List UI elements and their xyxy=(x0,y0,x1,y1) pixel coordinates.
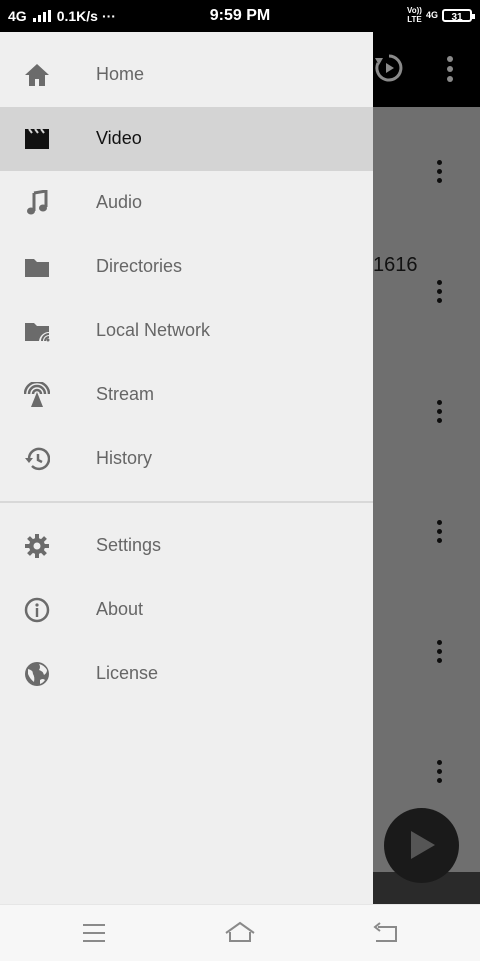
home-icon xyxy=(22,61,52,89)
nav-label-home: Home xyxy=(96,64,145,84)
drawer-divider xyxy=(0,501,373,503)
nav-label-about: About xyxy=(96,599,144,619)
item-more-icon[interactable] xyxy=(433,520,447,546)
volte-top: Vo)) xyxy=(407,6,422,15)
nav-label-video: Video xyxy=(96,128,142,148)
antenna-stream-icon xyxy=(22,381,52,409)
nav-item-home[interactable]: Home xyxy=(0,43,373,107)
movie-clapper-icon xyxy=(22,125,52,153)
home-button-icon[interactable] xyxy=(220,919,260,947)
refresh-play-icon[interactable] xyxy=(373,52,405,84)
nav-item-video[interactable]: Video xyxy=(0,107,373,171)
globe-icon xyxy=(22,660,52,688)
status-right: Vo)) LTE 4G 31 xyxy=(407,6,475,24)
navigation-drawer: Home Video Audio Directories Local Netwo… xyxy=(0,32,373,904)
nav-item-history[interactable]: History xyxy=(0,427,373,491)
toolbar-more-icon[interactable] xyxy=(445,56,455,82)
item-more-icon[interactable] xyxy=(433,280,447,306)
battery-level: 31 xyxy=(451,11,463,23)
history-icon xyxy=(22,445,52,473)
nav-label-local-network: Local Network xyxy=(96,320,211,340)
back-icon[interactable] xyxy=(366,919,406,947)
nav-item-about[interactable]: About xyxy=(0,578,373,642)
nav-item-audio[interactable]: Audio xyxy=(0,171,373,235)
nav-item-settings[interactable]: Settings xyxy=(0,514,373,578)
music-note-icon xyxy=(22,189,52,217)
item-more-icon[interactable] xyxy=(433,640,447,666)
nav-label-settings: Settings xyxy=(96,535,162,555)
background-item-title: 1616 xyxy=(373,254,418,276)
nav-label-history: History xyxy=(96,448,153,468)
nav-item-local-network[interactable]: Local Network xyxy=(0,299,373,363)
folder-icon xyxy=(22,253,52,281)
nav-label-license: License xyxy=(96,663,159,683)
item-more-icon[interactable] xyxy=(433,400,447,426)
menu-icon[interactable] xyxy=(74,919,114,947)
nav-item-stream[interactable]: Stream xyxy=(0,363,373,427)
nav-item-license[interactable]: License xyxy=(0,642,373,706)
volte-indicator: Vo)) LTE xyxy=(407,6,422,24)
nav-item-directories[interactable]: Directories xyxy=(0,235,373,299)
battery-icon: 31 xyxy=(442,8,475,23)
nav-label-stream: Stream xyxy=(96,384,155,404)
system-navigation-bar xyxy=(0,904,480,961)
volte-bottom: LTE xyxy=(407,15,422,24)
network-4g-indicator: 4G xyxy=(425,10,438,20)
background-app-scrim[interactable]: 1616 xyxy=(373,32,480,904)
item-more-icon[interactable] xyxy=(433,760,447,786)
play-fab-button[interactable] xyxy=(384,808,459,883)
item-more-icon[interactable] xyxy=(433,160,447,186)
info-icon xyxy=(22,596,52,624)
gear-icon xyxy=(22,532,52,560)
play-icon xyxy=(411,831,435,859)
nav-label-directories: Directories xyxy=(96,256,183,276)
nav-label-audio: Audio xyxy=(96,192,143,212)
status-bar: 4G 0.1K/s ··· 9:59 PM Vo)) LTE 4G 31 xyxy=(0,0,480,32)
app-toolbar xyxy=(373,32,480,107)
network-folder-icon xyxy=(22,317,52,345)
